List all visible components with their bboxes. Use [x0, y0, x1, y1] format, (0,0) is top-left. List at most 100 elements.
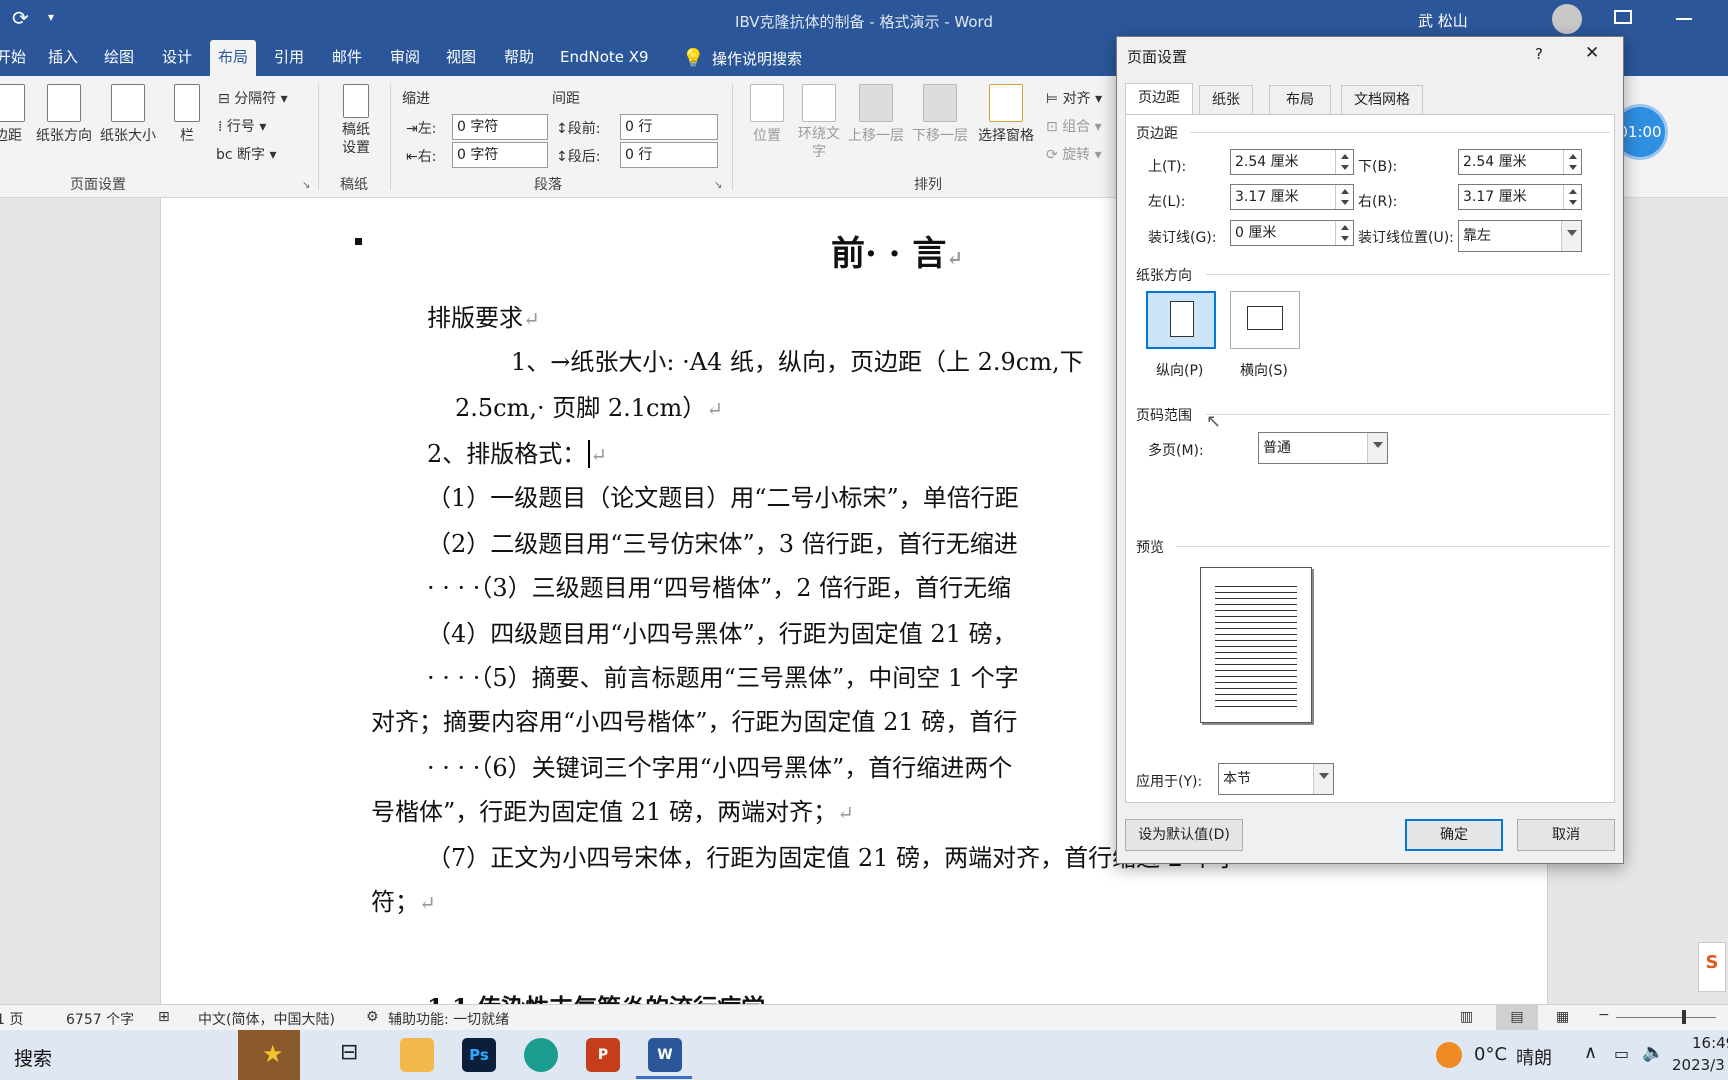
- clock-time[interactable]: 16:49: [1692, 1034, 1728, 1052]
- tab-layout-dialog[interactable]: 布局: [1269, 85, 1331, 115]
- chevron-up-icon[interactable]: ∧: [1584, 1042, 1597, 1063]
- set-default-button[interactable]: 设为默认值(D): [1125, 819, 1243, 851]
- help-icon[interactable]: ?: [1535, 45, 1543, 63]
- hyphenation-button[interactable]: bc 断字 ▾: [216, 144, 277, 164]
- spinner-icon[interactable]: [1335, 221, 1353, 245]
- cancel-button[interactable]: 取消: [1517, 819, 1615, 851]
- breaks-button[interactable]: ⊟ 分隔符 ▾: [218, 88, 288, 108]
- chevron-down-icon[interactable]: [1561, 221, 1581, 251]
- proofing-icon[interactable]: ⊞: [158, 1009, 170, 1025]
- tab-review[interactable]: 审阅: [382, 40, 428, 76]
- clock-date[interactable]: 2023/3: [1672, 1056, 1725, 1074]
- selection-pane-button[interactable]: 选择窗格: [974, 84, 1038, 145]
- size-button[interactable]: 纸张大小: [98, 84, 158, 145]
- spinner-icon[interactable]: [1563, 185, 1581, 209]
- group-separator: [732, 84, 733, 190]
- language-status[interactable]: 中文(简体，中国大陆): [198, 1009, 335, 1029]
- tab-references[interactable]: 引用: [266, 40, 312, 76]
- group-objects-button[interactable]: ⊡ 组合 ▾: [1046, 116, 1102, 136]
- spinner-icon[interactable]: [1335, 150, 1353, 174]
- portrait-option[interactable]: [1146, 291, 1216, 349]
- rotate-button[interactable]: ⟳ 旋转 ▾: [1046, 144, 1102, 164]
- tab-layout[interactable]: 布局: [210, 40, 257, 76]
- space-after-input[interactable]: 0 行: [620, 142, 718, 168]
- powerpoint-icon[interactable]: P: [586, 1038, 620, 1072]
- top-margin-input[interactable]: 2.54 厘米: [1230, 149, 1354, 175]
- indent-left-label: ⇥左:: [406, 121, 437, 137]
- send-backward-button[interactable]: 下移一层: [908, 84, 972, 145]
- avatar[interactable]: [1552, 4, 1582, 34]
- line-numbers-button[interactable]: ⁞ 行号 ▾: [218, 116, 266, 136]
- tab-document-grid[interactable]: 文档网格: [1341, 85, 1423, 115]
- close-icon[interactable]: ✕: [1585, 43, 1599, 63]
- orientation-button[interactable]: 纸张方向: [32, 84, 96, 145]
- weather-icon: [1436, 1042, 1462, 1068]
- right-margin-input[interactable]: 3.17 厘米: [1458, 184, 1582, 210]
- tab-paper[interactable]: 纸张: [1199, 85, 1253, 115]
- chevron-down-icon[interactable]: [1313, 764, 1333, 794]
- group-label-manuscript: 稿纸: [340, 177, 368, 193]
- weather-temp[interactable]: 0°C: [1474, 1044, 1507, 1065]
- spinner-icon[interactable]: [1335, 185, 1353, 209]
- multiple-pages-select[interactable]: 普通: [1258, 432, 1388, 464]
- volume-icon[interactable]: 🔈: [1642, 1042, 1664, 1063]
- bottom-margin-input[interactable]: 2.54 厘米: [1458, 149, 1582, 175]
- weather-desc[interactable]: 晴朗: [1516, 1044, 1552, 1070]
- tab-help[interactable]: 帮助: [496, 40, 542, 76]
- tab-draw[interactable]: 绘图: [96, 40, 142, 76]
- apply-to-select[interactable]: 本节: [1218, 763, 1334, 795]
- user-name[interactable]: 武 松山: [1418, 10, 1468, 31]
- zoom-slider-thumb[interactable]: [1682, 1010, 1686, 1024]
- input-method-icon[interactable]: S: [1698, 942, 1726, 992]
- word-icon[interactable]: W: [648, 1038, 682, 1072]
- tab-view[interactable]: 视图: [438, 40, 484, 76]
- columns-button[interactable]: 栏: [170, 84, 204, 145]
- landscape-label[interactable]: 横向(S): [1240, 360, 1288, 380]
- tab-insert[interactable]: 插入: [40, 40, 86, 76]
- landscape-option[interactable]: [1230, 291, 1300, 349]
- photoshop-icon[interactable]: Ps: [462, 1038, 496, 1072]
- web-layout-icon[interactable]: ▦: [1556, 1009, 1569, 1025]
- gutter-input[interactable]: 0 厘米: [1230, 220, 1354, 246]
- spinner-icon[interactable]: [1563, 150, 1581, 174]
- tab-design[interactable]: 设计: [154, 40, 200, 76]
- zoom-out-icon[interactable]: −: [1598, 1007, 1610, 1023]
- tab-home[interactable]: 开始: [0, 40, 34, 76]
- margins-button[interactable]: 边距: [0, 84, 32, 145]
- zoom-slider[interactable]: [1616, 1017, 1716, 1018]
- ok-button[interactable]: 确定: [1405, 819, 1503, 851]
- file-explorer-icon[interactable]: [400, 1038, 434, 1072]
- minimize-icon[interactable]: [1676, 18, 1692, 20]
- tab-margins[interactable]: 页边距: [1125, 83, 1193, 115]
- page-setup-launcher-icon[interactable]: ↘: [302, 180, 310, 191]
- accessibility-status[interactable]: 辅助功能: 一切就绪: [388, 1009, 509, 1029]
- page-count[interactable]: 1 页: [0, 1009, 23, 1029]
- space-before-input[interactable]: 0 行: [620, 114, 718, 140]
- paragraph-launcher-icon[interactable]: ↘: [714, 180, 722, 191]
- word-count[interactable]: 6757 个字: [66, 1009, 134, 1029]
- chevron-down-icon[interactable]: [1367, 433, 1387, 463]
- doc-line: 排版要求↵: [427, 304, 540, 332]
- tab-mailings[interactable]: 邮件: [324, 40, 370, 76]
- wrap-text-button[interactable]: 环绕文 字: [792, 84, 846, 161]
- landscape-page-icon: [1247, 306, 1283, 330]
- indent-left-input[interactable]: 0 字符: [452, 114, 548, 140]
- bring-forward-button[interactable]: 上移一层: [844, 84, 908, 145]
- edge-icon[interactable]: [524, 1038, 558, 1072]
- position-button[interactable]: 位置: [746, 84, 788, 145]
- portrait-label[interactable]: 纵向(P): [1156, 360, 1203, 380]
- taskbar-search[interactable]: 搜索: [14, 1044, 52, 1071]
- align-button[interactable]: ⊨ 对齐 ▾: [1046, 88, 1102, 108]
- print-layout-icon[interactable]: ▤: [1496, 1005, 1538, 1030]
- tell-me-search[interactable]: 操作说明搜索: [712, 48, 802, 69]
- left-margin-input[interactable]: 3.17 厘米: [1230, 184, 1354, 210]
- gutter-position-select[interactable]: 靠左: [1458, 220, 1582, 252]
- battery-icon[interactable]: ▭: [1614, 1044, 1629, 1063]
- indent-right-input[interactable]: 0 字符: [452, 142, 548, 168]
- doc-line: 号楷体”，行距为固定值 21 磅，两端对齐；↵: [371, 798, 854, 826]
- ribbon-display-icon[interactable]: [1614, 10, 1632, 24]
- task-view-icon[interactable]: ⊟: [340, 1040, 358, 1065]
- tab-endnote[interactable]: EndNote X9: [552, 40, 657, 76]
- read-mode-icon[interactable]: ▥: [1460, 1009, 1473, 1025]
- manuscript-button[interactable]: 稿纸 设置: [334, 84, 378, 157]
